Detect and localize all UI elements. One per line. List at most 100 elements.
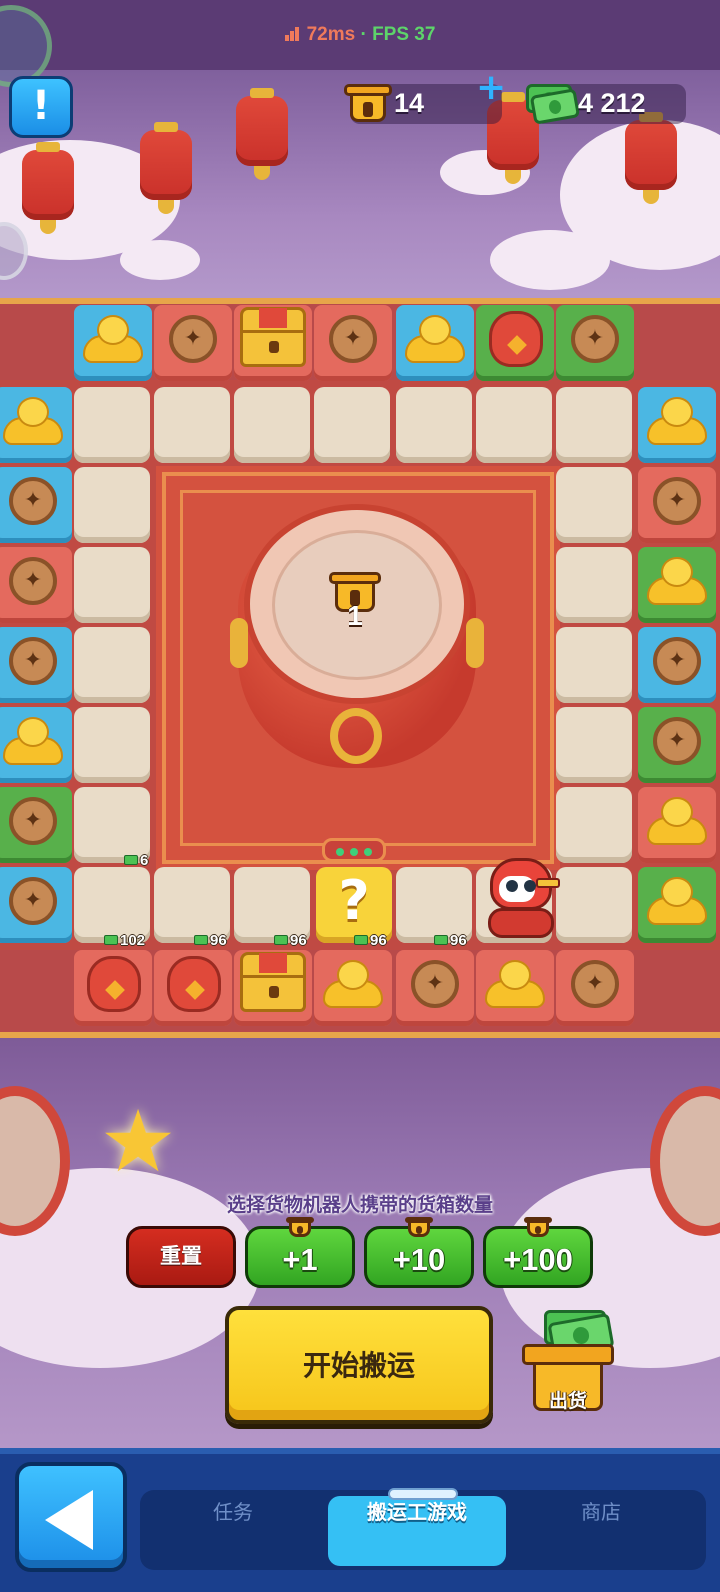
track-tile xyxy=(556,387,632,463)
coin-icon xyxy=(9,877,57,925)
gold-ingot-icon xyxy=(647,877,707,925)
reward-slot-coin xyxy=(396,950,474,1026)
track-tile xyxy=(396,387,472,463)
cash-icon xyxy=(104,935,118,945)
add-10-button[interactable]: +10 xyxy=(364,1217,474,1288)
basket-icon xyxy=(405,1217,433,1239)
tile-price: 96 xyxy=(434,932,467,949)
reward-slot-pouch xyxy=(154,950,232,1026)
reset-button[interactable]: 重置 xyxy=(126,1226,236,1288)
gold-ingot-icon xyxy=(3,397,63,445)
treasure-chest-icon xyxy=(240,307,306,367)
track-tile xyxy=(556,867,632,943)
drum-ring-icon xyxy=(330,708,382,764)
reward-slot-ingot xyxy=(396,305,474,381)
coin-icon xyxy=(9,637,57,685)
coin-icon xyxy=(9,797,57,845)
info-button[interactable]: ! xyxy=(9,76,73,138)
reward-slot-pouch xyxy=(74,950,152,1026)
reward-slot-ingot xyxy=(476,950,554,1026)
lion-robot-character xyxy=(486,858,562,940)
coin-icon xyxy=(571,960,619,1008)
gold-ingot-icon xyxy=(647,797,707,845)
add-10-label: +10 xyxy=(392,1242,446,1277)
ship-goods-label: 出货 xyxy=(548,1390,587,1412)
reward-slot-ingot xyxy=(638,547,716,623)
cash-count: 4 212 xyxy=(578,88,646,118)
track-tile xyxy=(74,387,150,463)
add-100-button[interactable]: +100 xyxy=(483,1217,593,1288)
tab-porter-game[interactable]: 搬运工游戏 xyxy=(328,1496,506,1566)
cash-icon xyxy=(354,935,368,945)
coin-icon xyxy=(9,557,57,605)
back-button[interactable] xyxy=(15,1462,127,1572)
track-tile xyxy=(74,707,150,783)
reward-slot-coin xyxy=(0,867,72,943)
start-transport-button[interactable]: 开始搬运 xyxy=(225,1306,493,1424)
tab-shop[interactable]: 商店 xyxy=(518,1496,684,1566)
cash-icon xyxy=(124,855,138,865)
add-basket-icon[interactable]: + xyxy=(476,70,506,106)
tile-price: 96 xyxy=(354,932,387,949)
reward-slot-ingot xyxy=(638,787,716,863)
gold-ingot-icon xyxy=(3,717,63,765)
coin-icon xyxy=(9,477,57,525)
drum-basket-count: 1 xyxy=(347,600,363,631)
tab-tasks[interactable]: 任务 xyxy=(150,1496,316,1566)
track-tile xyxy=(556,627,632,703)
coin-icon xyxy=(653,717,701,765)
track-tile xyxy=(234,387,310,463)
track-tile xyxy=(556,547,632,623)
reward-slot-pouch xyxy=(476,305,554,381)
lucky-pouch-icon xyxy=(489,311,543,367)
cash-icon xyxy=(434,935,448,945)
reward-slot-coin xyxy=(638,467,716,543)
reward-slot-ingot xyxy=(638,867,716,943)
signal-icon xyxy=(284,27,301,41)
track-tile xyxy=(556,787,632,863)
reward-slot-coin xyxy=(314,305,392,381)
track-tile xyxy=(74,467,150,543)
cash-icon xyxy=(194,935,208,945)
crate-count-prompt: 选择货物机器人携带的货箱数量 xyxy=(226,1194,493,1216)
reward-slot-ingot xyxy=(638,387,716,463)
basket-icon xyxy=(344,84,392,126)
reward-slot-ingot xyxy=(0,387,72,463)
tile-price: 6 xyxy=(124,852,148,869)
gold-ingot-icon xyxy=(83,315,143,363)
reward-slot-ingot xyxy=(0,707,72,783)
tile-price: 96 xyxy=(194,932,227,949)
star-wand-icon: ★ xyxy=(99,1092,177,1192)
lucky-pouch-icon xyxy=(87,956,141,1012)
basket-icon xyxy=(524,1217,552,1239)
gold-ingot-icon xyxy=(485,960,545,1008)
coin-icon xyxy=(653,477,701,525)
reward-slot-coin xyxy=(0,627,72,703)
basket-count: 14 xyxy=(394,88,425,118)
tile-price: 96 xyxy=(274,932,307,949)
track-tile xyxy=(314,387,390,463)
coin-icon xyxy=(571,315,619,363)
coin-icon xyxy=(329,315,377,363)
add-1-button[interactable]: +1 xyxy=(245,1217,355,1288)
reward-slot-coin xyxy=(0,467,72,543)
treasure-chest-icon xyxy=(240,952,306,1012)
track-tile xyxy=(154,387,230,463)
back-arrow-icon xyxy=(45,1490,93,1550)
reward-slot-ingot xyxy=(314,950,392,1026)
status-separator: · xyxy=(360,24,367,45)
reward-slot-coin xyxy=(638,707,716,783)
gold-ingot-icon xyxy=(647,397,707,445)
coin-icon xyxy=(653,637,701,685)
network-status: 72ms · FPS 37 xyxy=(0,24,720,46)
reward-slot-coin xyxy=(556,305,634,381)
reward-slot-coin xyxy=(0,787,72,863)
reward-slot-coin xyxy=(154,305,232,381)
latency-text: 72ms xyxy=(306,24,356,45)
page-dots xyxy=(322,838,386,862)
fortune-drum[interactable] xyxy=(230,498,485,773)
coin-icon xyxy=(169,315,217,363)
ship-goods-button[interactable]: 出货 xyxy=(516,1310,620,1424)
coin-icon xyxy=(411,960,459,1008)
track-tile xyxy=(556,467,632,543)
